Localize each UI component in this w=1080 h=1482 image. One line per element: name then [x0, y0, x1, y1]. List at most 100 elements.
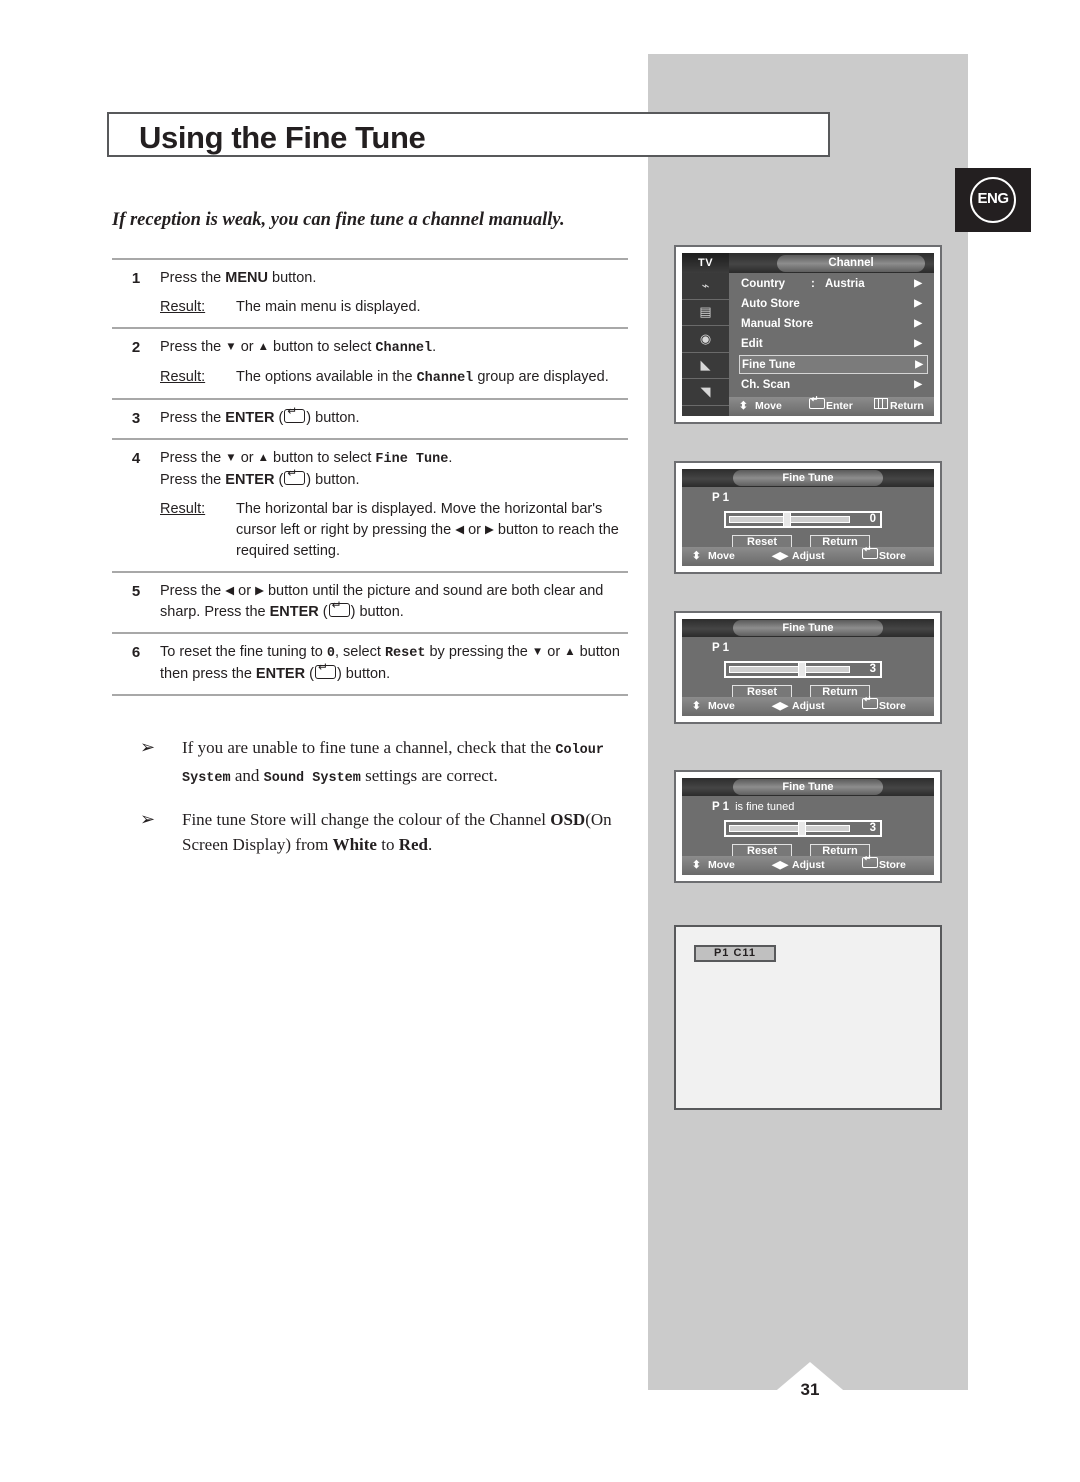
result-label: Result: [160, 369, 206, 385]
step-text-tail: button. [355, 604, 404, 620]
note-text-post: . [428, 835, 433, 854]
menu-button-keyword: MENU [225, 270, 268, 286]
enter-label: Enter [826, 400, 853, 412]
step-text: Press the [160, 450, 226, 466]
result-text: The options available in the Channel gro… [236, 367, 628, 389]
fine-tune-osd-stored: Fine Tune P 1 is fine tuned 3 Reset Retur… [674, 770, 942, 883]
setup-icon[interactable]: ◥ [682, 379, 729, 406]
arrow-down-icon: ▼ [225, 452, 237, 464]
menu-item-colon: : [811, 278, 815, 290]
slider-track [729, 666, 850, 673]
step-text-b: , select [334, 644, 385, 660]
fine-tune-topbar: Fine Tune [682, 778, 934, 796]
menu-item-label: Ch. Scan [741, 379, 791, 391]
feature-icon[interactable]: ◣ [682, 353, 729, 379]
fine-tune-footer: ⬍ Move ◀▶ Adjust Store [682, 695, 934, 716]
note-text-pre: If you are unable to fine tune a channel… [182, 738, 556, 757]
fine-tune-value: 0 [869, 513, 876, 525]
step-text: Press the [160, 270, 226, 286]
arrow-down-icon: ▼ [531, 646, 544, 658]
fine-tune-title: Fine Tune [733, 779, 883, 795]
tv-source-label: TV [682, 253, 729, 273]
menu-item-ch-scan[interactable]: Ch. Scan ▶ [741, 376, 926, 394]
reset-keyword: Reset [384, 646, 426, 661]
step-content: Press the ▼ or ▲ button to select Channe… [160, 337, 628, 389]
fine-tune-value: 3 [869, 663, 876, 675]
menu-item-label: Edit [741, 338, 763, 350]
fine-tune-slider[interactable]: 3 [724, 661, 882, 678]
step-row: 1 Press the MENU button. Result: The mai… [112, 260, 628, 327]
zero-value: 0 [326, 646, 335, 661]
step-number: 1 [131, 270, 141, 287]
store-label: Store [879, 859, 906, 871]
result-text-post: group are displayed. [473, 369, 609, 385]
step-text-tail: . [448, 450, 453, 466]
step-row: 6 To reset the fine tuning to 0, select … [112, 634, 628, 694]
osd-keyword: OSD [550, 810, 586, 829]
fine-tune-slider[interactable]: 3 [724, 820, 882, 837]
fine-tune-osd-adjusted: Fine Tune P 1 3 Reset Return ⬍ Move ◀▶ A… [674, 611, 942, 724]
fine-tune-footer: ⬍ Move ◀▶ Adjust Store [682, 854, 934, 875]
sound-icon[interactable]: ◉ [682, 326, 729, 353]
slider-thumb[interactable] [798, 662, 806, 677]
step-text-mid: button to select [269, 339, 376, 355]
result-text-pre: The options available in the [236, 369, 417, 385]
step-number: 3 [131, 410, 141, 427]
channel-osd-chip: P1 C11 [694, 945, 776, 962]
step-content: Press the MENU button. Result: The main … [160, 268, 628, 318]
step-divider [112, 694, 628, 696]
step-text-mid: button to select [269, 450, 376, 466]
menu-item-manual-store[interactable]: Manual Store ▶ [741, 315, 926, 333]
slider-thumb[interactable] [798, 821, 806, 836]
steps-list: 1 Press the MENU button. Result: The mai… [112, 258, 628, 696]
channel-menu-rows: Country : Austria ▶ Auto Store ▶ Manual … [729, 273, 934, 416]
fine-tune-footer: ⬍ Move ◀▶ Adjust Store [682, 545, 934, 566]
channel-menu-footer: ⬍ Move Enter Return [729, 395, 934, 416]
adjust-label: Adjust [792, 550, 825, 562]
enter-button-keyword: ENTER [225, 410, 275, 426]
step-text-tail: button. [267, 270, 317, 286]
step-number: 4 [131, 450, 141, 467]
step-text: Press the [160, 339, 226, 355]
channel-keyword: Channel [416, 371, 474, 386]
menu-item-edit[interactable]: Edit ▶ [741, 335, 926, 353]
language-badge: ENG [955, 168, 1031, 232]
fine-tune-title: Fine Tune [733, 620, 883, 636]
slider-thumb[interactable] [783, 512, 791, 527]
step-text-e: button. [341, 666, 391, 682]
arrow-left-icon: ◀ [455, 524, 465, 536]
page-title-box: Using the Fine Tune [107, 112, 830, 157]
step-content: Press the ◀ or ▶ button until the pictur… [160, 581, 628, 623]
menu-item-fine-tune[interactable]: Fine Tune ▶ [739, 355, 928, 374]
fine-tune-keyword: Fine Tune [375, 452, 449, 467]
step-row: 3 Press the ENTER () button. [112, 400, 628, 438]
fine-tune-topbar: Fine Tune [682, 469, 934, 487]
note-text-pre: Fine tune Store will change the colour o… [182, 810, 551, 829]
step-row: 4 Press the ▼ or ▲ button to select Fine… [112, 440, 628, 571]
fine-tune-osd-initial: Fine Tune P 1 0 Reset Return ⬍ Move ◀▶ A… [674, 461, 942, 574]
arrow-left-icon: ◀ [225, 585, 235, 597]
adjust-leftright-icon: ◀▶ [772, 859, 789, 871]
adjust-label: Adjust [792, 859, 825, 871]
note-bullet-icon: ➢ [140, 737, 156, 757]
adjust-leftright-icon: ◀▶ [772, 700, 789, 712]
menu-item-label: Fine Tune [742, 359, 796, 371]
menu-item-label: Country [741, 278, 786, 290]
chevron-right-icon: ▶ [914, 298, 922, 309]
enter-button-keyword: ENTER [225, 472, 275, 488]
input-icon[interactable]: ⌁ [682, 273, 729, 300]
chevron-right-icon: ▶ [914, 318, 922, 329]
move-updown-icon: ⬍ [692, 859, 701, 871]
picture-icon[interactable]: ▤ [682, 300, 729, 326]
step-text-tail: button. [311, 472, 360, 488]
channel-menu-sidebar: ⌁ ▤ ◉ ◣ ◥ [682, 273, 729, 416]
page-footer: 31 [648, 1362, 968, 1406]
fine-tune-slider[interactable]: 0 [724, 511, 882, 528]
menu-item-auto-store[interactable]: Auto Store ▶ [741, 295, 926, 313]
move-label: Move [708, 550, 735, 562]
menu-item-country[interactable]: Country : Austria ▶ [741, 275, 926, 293]
intro-text: If reception is weak, you can fine tune … [112, 210, 565, 230]
step-content: To reset the fine tuning to 0, select Re… [160, 642, 628, 685]
note-text-mid: and [230, 766, 264, 785]
result-label: Result: [160, 299, 206, 315]
